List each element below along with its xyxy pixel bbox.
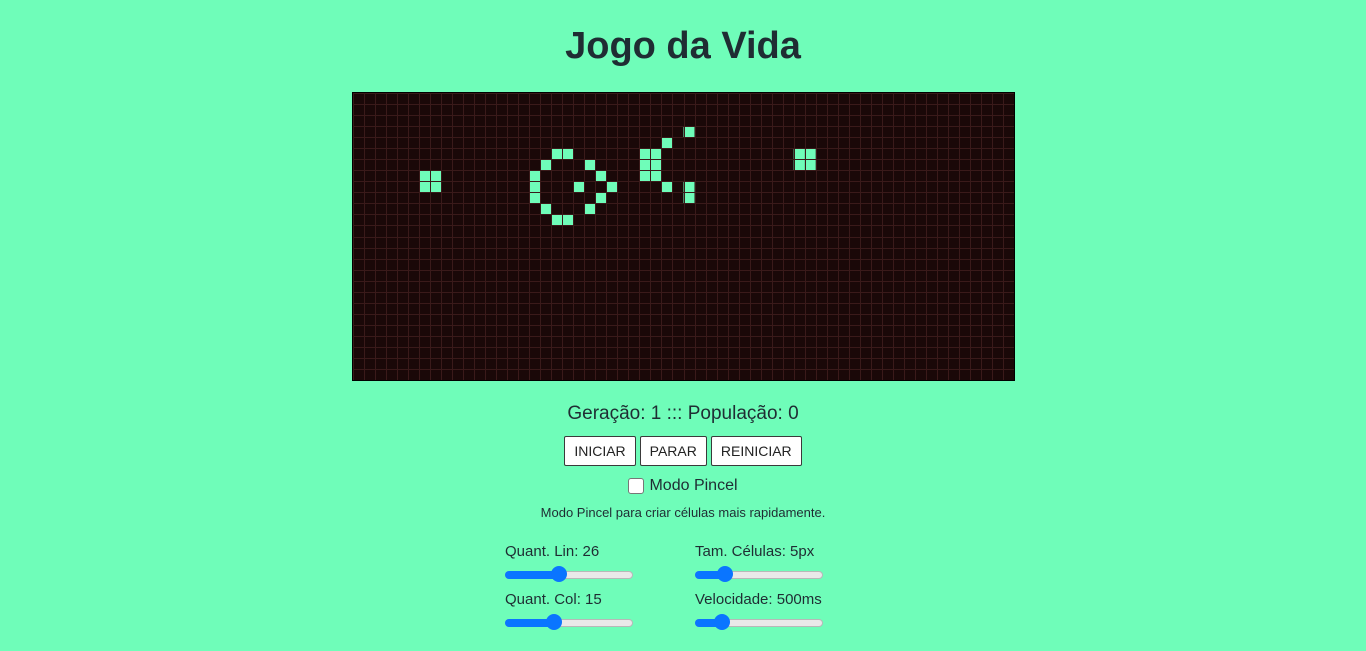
live-cell[interactable] — [793, 159, 805, 171]
cell-size-slider-thumb[interactable] — [717, 566, 733, 582]
live-cell[interactable] — [584, 203, 596, 215]
live-cell[interactable] — [584, 159, 596, 171]
live-cell[interactable] — [661, 181, 673, 193]
brush-mode-hint: Modo Pincel para criar células mais rapi… — [540, 505, 826, 520]
game-board[interactable] — [352, 92, 1015, 381]
rows-slider[interactable] — [505, 566, 633, 582]
stop-button[interactable]: PARAR — [639, 436, 707, 466]
cell-size-control: Tam. Células: 5px — [695, 543, 835, 582]
speed-control: Velocidade: 500ms — [695, 591, 835, 630]
reset-button[interactable]: REINICIAR — [710, 436, 802, 466]
live-cell[interactable] — [551, 214, 563, 226]
cols-slider-thumb[interactable] — [545, 614, 562, 630]
rows-label: Quant. Lin: 26 — [505, 543, 600, 560]
cols-slider[interactable] — [505, 614, 633, 630]
page: Jogo da Vida Geração: 1 ::: População: 0… — [0, 0, 1366, 651]
page-title: Jogo da Vida — [565, 25, 801, 67]
live-cell[interactable] — [562, 148, 574, 160]
live-cell[interactable] — [540, 203, 552, 215]
live-cell[interactable] — [573, 181, 585, 193]
live-cell[interactable] — [529, 170, 541, 182]
live-cell[interactable] — [639, 148, 651, 160]
live-cell[interactable] — [650, 148, 662, 160]
control-buttons: INICIAR PARAR REINICIAR — [0, 436, 1366, 466]
live-cell[interactable] — [430, 170, 442, 182]
live-cell[interactable] — [639, 170, 651, 182]
live-cell[interactable] — [430, 181, 442, 193]
cell-size-label: Tam. Células: 5px — [695, 543, 815, 560]
brush-mode-label: Modo Pincel — [649, 477, 738, 494]
live-cell[interactable] — [683, 192, 695, 204]
live-cell[interactable] — [793, 148, 805, 160]
live-cell[interactable] — [529, 192, 541, 204]
live-cell[interactable] — [419, 170, 431, 182]
live-cell[interactable] — [650, 159, 662, 171]
live-cell[interactable] — [595, 192, 607, 204]
brush-mode-checkbox[interactable] — [628, 478, 645, 494]
live-cell[interactable] — [551, 148, 563, 160]
live-cell[interactable] — [683, 181, 695, 193]
speed-slider-thumb[interactable] — [713, 614, 730, 630]
cols-label: Quant. Col: 15 — [505, 591, 602, 608]
live-cell[interactable] — [419, 181, 431, 193]
cell-size-slider[interactable] — [695, 566, 823, 582]
brush-mode[interactable]: Modo Pincel — [0, 477, 1366, 495]
rows-control: Quant. Lin: 26 — [505, 543, 645, 582]
cols-control: Quant. Col: 15 — [505, 591, 645, 630]
generation-population-stats: Geração: 1 ::: População: 0 — [567, 403, 799, 424]
game-board-grid[interactable] — [353, 93, 1014, 380]
live-cell[interactable] — [650, 170, 662, 182]
live-cell[interactable] — [606, 181, 618, 193]
live-cell[interactable] — [562, 214, 574, 226]
live-cell[interactable] — [661, 137, 673, 149]
speed-slider[interactable] — [695, 614, 823, 630]
rows-slider-thumb[interactable] — [551, 566, 568, 582]
live-cell[interactable] — [804, 159, 816, 171]
start-button[interactable]: INICIAR — [564, 436, 636, 466]
live-cell[interactable] — [804, 148, 816, 160]
live-cell[interactable] — [540, 159, 552, 171]
live-cell[interactable] — [595, 170, 607, 182]
live-cell[interactable] — [639, 159, 651, 171]
speed-label: Velocidade: 500ms — [695, 591, 822, 608]
live-cell[interactable] — [683, 126, 695, 138]
live-cell[interactable] — [529, 181, 541, 193]
